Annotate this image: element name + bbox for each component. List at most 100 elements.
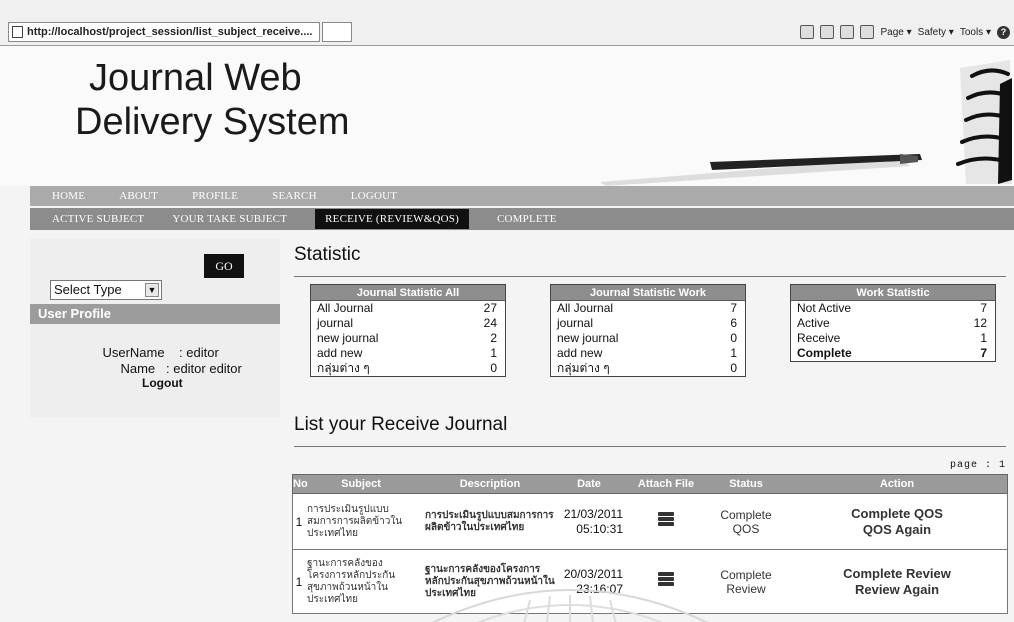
stat-label: new journal <box>557 331 619 345</box>
stat-value: 0 <box>730 361 737 375</box>
subnav-your-take-subject[interactable]: YOUR TAKE SUBJECT <box>172 213 287 225</box>
nav-logout[interactable]: LOGOUT <box>351 190 397 202</box>
stat-value: 7 <box>730 301 737 315</box>
row-action: Complete QOS QOS Again <box>787 506 1007 538</box>
nav-about[interactable]: ABOUT <box>119 190 158 202</box>
stat-rows: Not Active 7 Active 12 Receive 1 Complete 7 <box>791 301 995 361</box>
address-url: http://localhost/project_session/list_su… <box>27 26 313 38</box>
subnav-complete[interactable]: COMPLETE <box>497 213 557 225</box>
stat-row: new journal 0 <box>551 331 745 346</box>
col-attach-file: Attach File <box>637 478 695 490</box>
col-action: Action <box>879 478 915 490</box>
search-input[interactable] <box>50 256 200 276</box>
qos-again-link[interactable]: QOS Again <box>787 522 1007 538</box>
row-datetime: 20/03/2011 23:16:07 <box>555 567 627 597</box>
review-again-link[interactable]: Review Again <box>787 582 1007 598</box>
statistic-title: Statistic <box>294 244 361 265</box>
help-icon[interactable]: ? <box>997 25 1010 39</box>
mail-icon[interactable] <box>840 25 855 39</box>
stat-row: journal 6 <box>551 316 745 331</box>
stat-box-title: Work Statistic <box>791 285 995 301</box>
new-tab-button[interactable] <box>322 22 352 42</box>
stat-value: 2 <box>490 331 497 345</box>
attach-file-cell <box>627 511 705 532</box>
table-row: 1 ฐานะการคลังของโครงการหลักประกันสุขภาพถ… <box>292 550 1008 614</box>
row-datetime: 21/03/2011 05:10:31 <box>555 507 627 537</box>
select-type-dropdown[interactable]: Select Type ▼ <box>50 280 162 300</box>
nav-home[interactable]: HOME <box>52 190 85 202</box>
safety-menu[interactable]: Safety <box>918 27 954 38</box>
name-label: Name <box>120 361 156 376</box>
stat-value: 0 <box>490 361 497 375</box>
complete-review-link[interactable]: Complete Review <box>787 566 1007 582</box>
stat-row: Complete 7 <box>791 346 995 361</box>
site-header: Journal Web Delivery System <box>0 46 1014 186</box>
table-row: 1 การประเมินรูปแบบสมการการผลิตข้าวในประเ… <box>292 494 1008 550</box>
page-menu[interactable]: Page <box>880 27 911 38</box>
journal-statistic-all-box: Journal Statistic All All Journal 27 journ… <box>310 284 506 377</box>
stat-label: กลุ่มต่าง ๆ <box>557 361 610 375</box>
feeds-icon[interactable] <box>820 25 835 39</box>
stat-value: 0 <box>730 331 737 345</box>
subnav-receive[interactable]: RECEIVE (REVIEW&QOS) <box>315 209 469 229</box>
row-time: 05:10:31 <box>576 521 623 536</box>
stat-row: All Journal 7 <box>551 301 745 316</box>
user-profile-heading: User Profile <box>30 304 280 324</box>
stat-row: add new 1 <box>551 346 745 361</box>
stat-label: add new <box>317 346 363 360</box>
address-bar[interactable]: http://localhost/project_session/list_su… <box>8 22 320 42</box>
stat-box-title: Journal Statistic All <box>311 285 505 301</box>
chevron-down-icon: ▼ <box>145 283 159 297</box>
row-subject: การประเมินรูปแบบสมการการผลิตข้าวในประเทศ… <box>307 503 403 539</box>
main-content: Statistic Journal Statistic All All Jour… <box>290 238 1014 622</box>
select-type-value: Select Type <box>54 282 122 297</box>
col-subject: Subject <box>341 478 381 490</box>
col-description: Description <box>459 478 521 490</box>
stat-box-title: Journal Statistic Work <box>551 285 745 301</box>
books-icon[interactable] <box>657 571 675 587</box>
status-line1: Complete <box>720 507 772 522</box>
row-date: 20/03/2011 <box>563 566 623 581</box>
col-status: Status <box>729 478 763 490</box>
divider <box>294 276 1006 277</box>
name-value: : editor editor <box>165 361 242 376</box>
site-title: Journal Web Delivery System <box>75 56 350 144</box>
pen-notebook-graphic <box>600 60 1012 186</box>
complete-qos-link[interactable]: Complete QOS <box>787 506 1007 522</box>
col-no: No <box>293 478 308 490</box>
stat-value: 12 <box>973 316 987 330</box>
row-action: Complete Review Review Again <box>787 566 1007 598</box>
site-title-line1: Journal Web <box>89 57 302 99</box>
books-icon[interactable] <box>657 511 675 527</box>
stat-row: กลุ่มต่าง ๆ 0 <box>551 361 745 376</box>
stat-label: Active <box>797 316 830 330</box>
row-no: 1 <box>295 514 303 529</box>
row-description: การประเมินรูปแบบสมการการผลิตข้าวในประเทศ… <box>425 509 554 533</box>
tools-menu[interactable]: Tools <box>960 27 991 38</box>
nav-profile[interactable]: PROFILE <box>192 190 238 202</box>
row-subject: ฐานะการคลังของโครงการหลักประกันสุขภาพถ้ว… <box>307 557 396 605</box>
stat-label: Complete <box>797 346 852 360</box>
stat-row: Receive 1 <box>791 331 995 346</box>
stat-rows: All Journal 7 journal 6 new journal 0 add new 1… <box>551 301 745 376</box>
stat-row: Active 12 <box>791 316 995 331</box>
sidebar: GO Select Type ▼ User Profile UserName :… <box>30 238 280 418</box>
home-icon[interactable] <box>800 25 815 39</box>
nav-search[interactable]: SEARCH <box>272 190 317 202</box>
row-status: Complete QOS <box>705 508 787 536</box>
sidebar-logout-link[interactable]: Logout <box>142 376 183 390</box>
attach-file-cell <box>627 571 705 592</box>
stat-label: กลุ่มต่าง ๆ <box>317 361 370 375</box>
print-icon[interactable] <box>860 25 875 39</box>
status-line2: QOS <box>732 521 760 536</box>
go-button[interactable]: GO <box>204 254 244 278</box>
col-date: Date <box>577 478 601 490</box>
stat-label: All Journal <box>557 301 614 315</box>
row-date: 21/03/2011 <box>563 506 623 521</box>
stat-label: journal <box>557 316 594 330</box>
command-bar: Page Safety Tools ? <box>800 22 1010 42</box>
subnav-active-subject[interactable]: ACTIVE SUBJECT <box>52 213 144 225</box>
stat-row: กลุ่มต่าง ๆ 0 <box>311 361 505 376</box>
sub-nav: ACTIVE SUBJECT YOUR TAKE SUBJECT RECEIVE… <box>30 208 1014 230</box>
browser-toolbar: http://localhost/project_session/list_su… <box>0 0 1014 46</box>
